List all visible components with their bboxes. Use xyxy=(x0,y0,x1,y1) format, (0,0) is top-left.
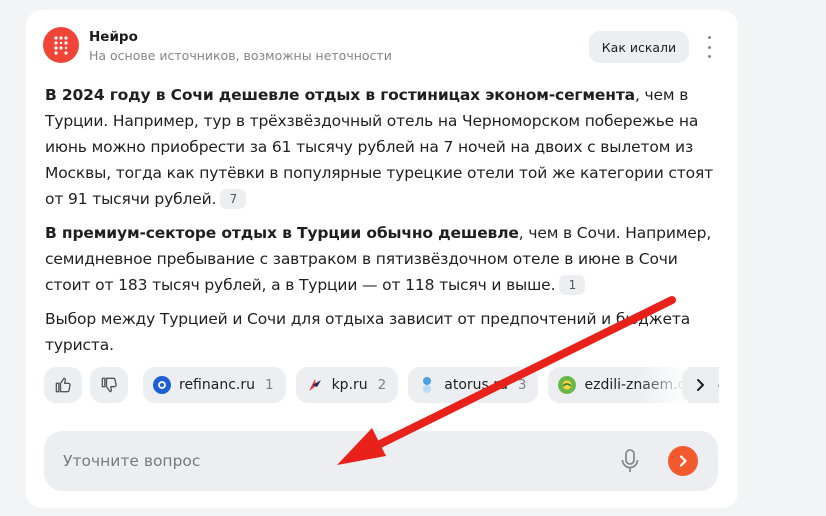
brand-subtitle: На основе источников, возможны неточност… xyxy=(89,48,392,63)
carousel-next-button[interactable] xyxy=(682,367,718,403)
source-chip[interactable]: refinanc.ru 1 xyxy=(143,367,286,403)
ezdili-favicon xyxy=(558,376,577,394)
answer-paragraph-2: В премиум-секторе отдых в Турции обычно … xyxy=(45,224,712,295)
microphone-button[interactable] xyxy=(617,448,643,474)
like-button[interactable] xyxy=(44,367,82,403)
answer-paragraph-3: Выбор между Турцией и Сочи для отдыха за… xyxy=(45,310,691,354)
neuro-logo xyxy=(43,27,79,63)
source-number: 2 xyxy=(377,377,387,393)
citation-badge[interactable]: 1 xyxy=(559,275,586,295)
thumbs-up-icon xyxy=(55,377,71,393)
atorus-favicon xyxy=(418,376,436,394)
followup-question-input[interactable] xyxy=(44,431,623,491)
citation-badge[interactable]: 7 xyxy=(220,189,247,209)
send-arrow-icon xyxy=(679,455,687,467)
source-site: refinanc.ru xyxy=(179,377,255,393)
answer-paragraph-1: В 2024 году в Сочи дешевле отдых в гости… xyxy=(45,86,714,209)
answer-highlight-1: В 2024 году в Сочи дешевле отдых в гости… xyxy=(45,86,635,104)
neuro-logo-icon xyxy=(54,36,68,55)
send-button[interactable] xyxy=(668,446,698,476)
source-chip[interactable]: atorus.ru 3 xyxy=(408,367,539,403)
how-searched-button[interactable]: Как искали xyxy=(589,31,689,63)
neuro-answer-card: Нейро На основе источников, возможны нет… xyxy=(26,10,738,508)
chevron-right-icon xyxy=(697,379,704,391)
kp-favicon xyxy=(306,376,324,394)
brand-title: Нейро xyxy=(89,29,138,45)
dislike-button[interactable] xyxy=(90,367,128,403)
source-site: kp.ru xyxy=(331,377,368,393)
refinanc-favicon xyxy=(153,376,171,394)
more-options-icon[interactable] xyxy=(702,36,716,58)
source-chip[interactable]: kp.ru 2 xyxy=(295,367,399,403)
answer-text: В 2024 году в Сочи дешевле отдых в гости… xyxy=(45,82,717,366)
answer-highlight-2: В премиум-секторе отдых в Турции обычно … xyxy=(45,224,519,242)
source-site: atorus.ru xyxy=(444,377,508,393)
carousel-fade xyxy=(638,367,688,403)
microphone-icon xyxy=(621,449,639,472)
thumbs-down-icon xyxy=(101,377,117,393)
source-number: 3 xyxy=(517,377,527,393)
sources-carousel: refinanc.ru 1 kp.ru 2 atorus.ru 3 ezdili… xyxy=(143,367,719,403)
followup-input-box xyxy=(44,431,718,491)
source-number: 1 xyxy=(264,377,274,393)
